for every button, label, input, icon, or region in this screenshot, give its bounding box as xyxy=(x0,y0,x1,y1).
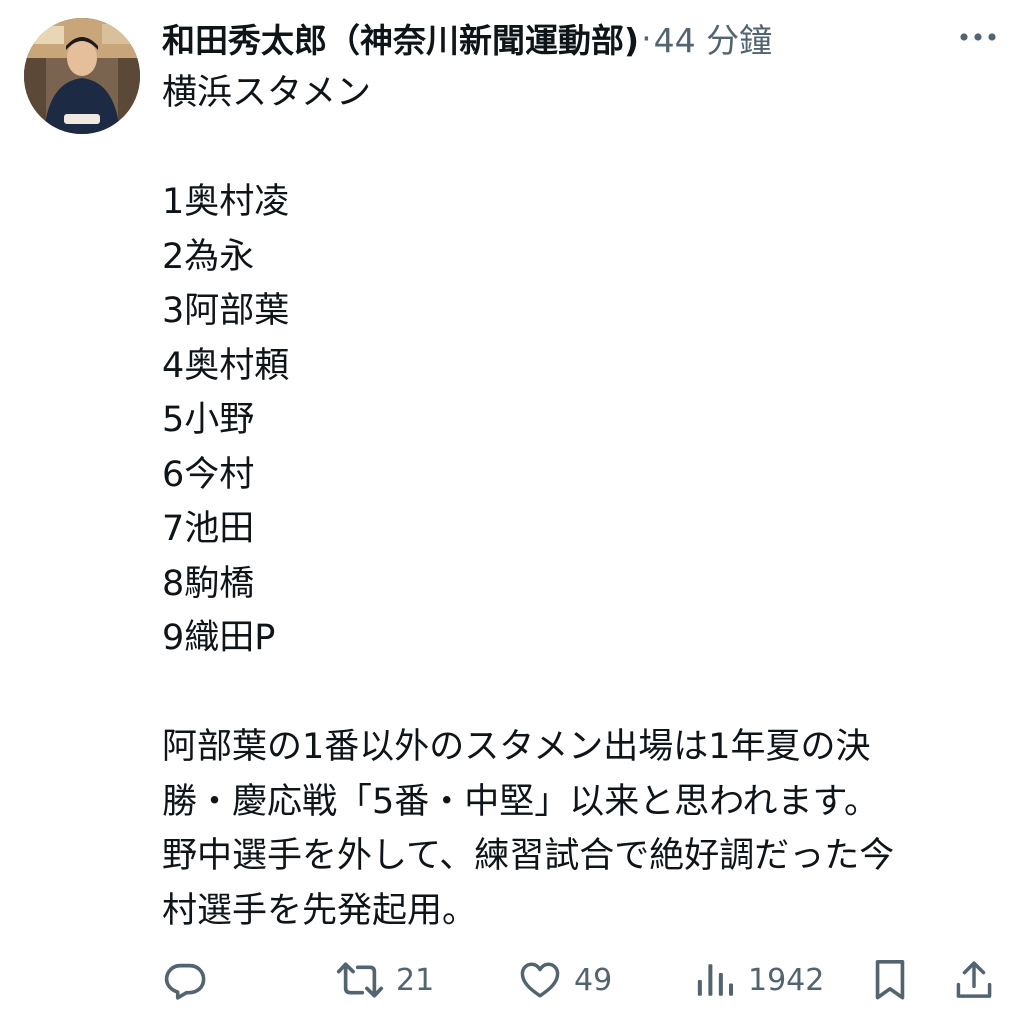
post-timestamp[interactable]: 44 分鐘 xyxy=(654,14,772,62)
author-name[interactable]: 和田秀太郎（神奈川新聞運動部) xyxy=(162,14,639,62)
like-button[interactable]: 49 xyxy=(518,948,612,1012)
share-icon xyxy=(956,961,992,998)
views-bar-chart-icon xyxy=(697,964,734,996)
avatar[interactable] xyxy=(24,18,140,134)
post-text: 横浜スタメン 1奥村凌 2為永 3阿部葉 4奥村頼 5小野 6今村 7池田 8駒… xyxy=(162,73,895,931)
retweet-count: 21 xyxy=(396,962,435,998)
like-count: 49 xyxy=(574,962,613,998)
bookmark-icon xyxy=(875,959,905,1000)
share-button[interactable] xyxy=(952,948,996,1012)
separator-dot: · xyxy=(641,18,652,58)
avatar-photo xyxy=(24,18,140,134)
heart-icon xyxy=(520,962,560,998)
post-header: 和田秀太郎（神奈川新聞運動部) · 44 分鐘 xyxy=(162,12,902,64)
more-options-button[interactable] xyxy=(954,22,1002,52)
retweet-icon xyxy=(336,962,384,998)
ellipsis-icon xyxy=(960,33,996,41)
bookmark-button[interactable] xyxy=(870,948,910,1012)
views-button[interactable]: 1942 xyxy=(694,948,824,1012)
reply-button[interactable] xyxy=(162,948,208,1012)
views-count: 1942 xyxy=(748,962,825,998)
reply-icon xyxy=(164,963,206,1000)
action-bar: 21 49 1942 xyxy=(0,948,1024,1012)
retweet-button[interactable]: 21 xyxy=(336,948,434,1012)
